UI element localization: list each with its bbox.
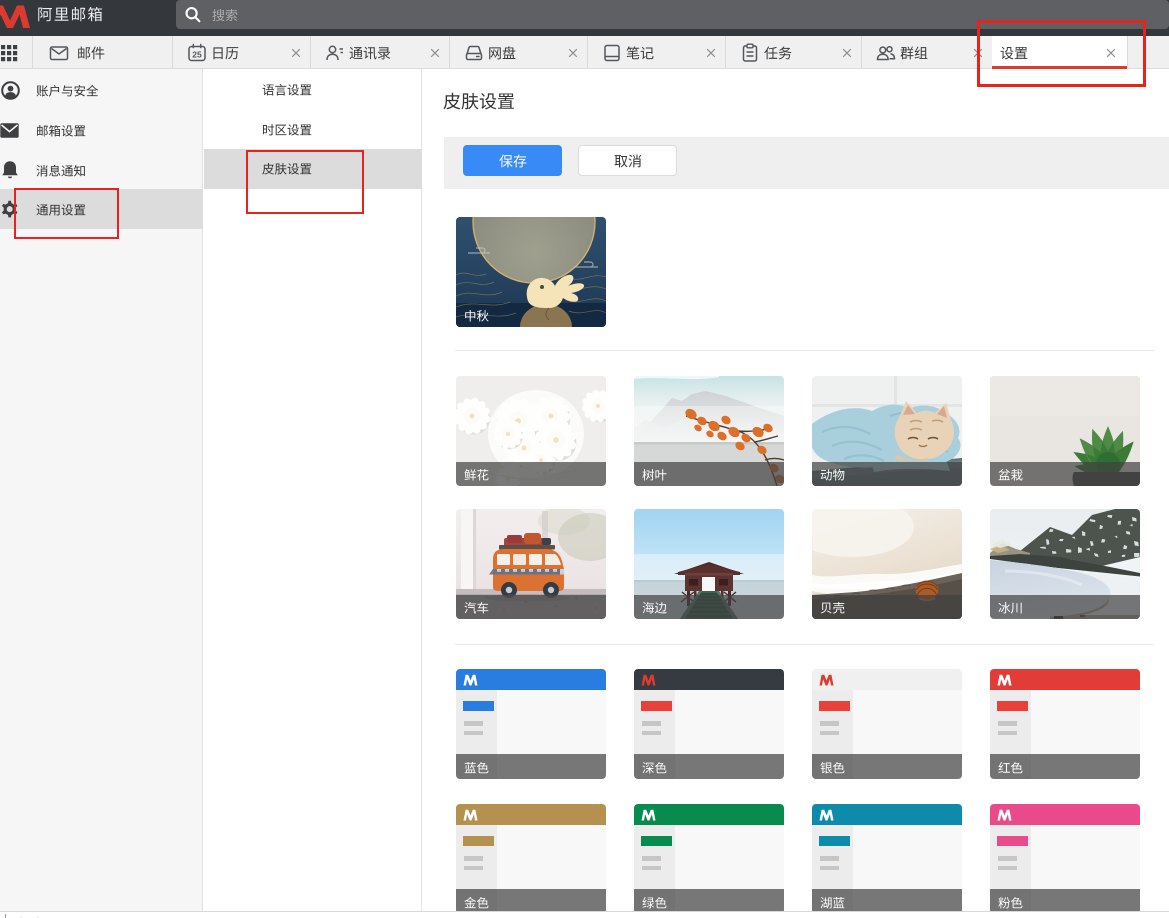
svg-text:25: 25 [192, 49, 202, 59]
